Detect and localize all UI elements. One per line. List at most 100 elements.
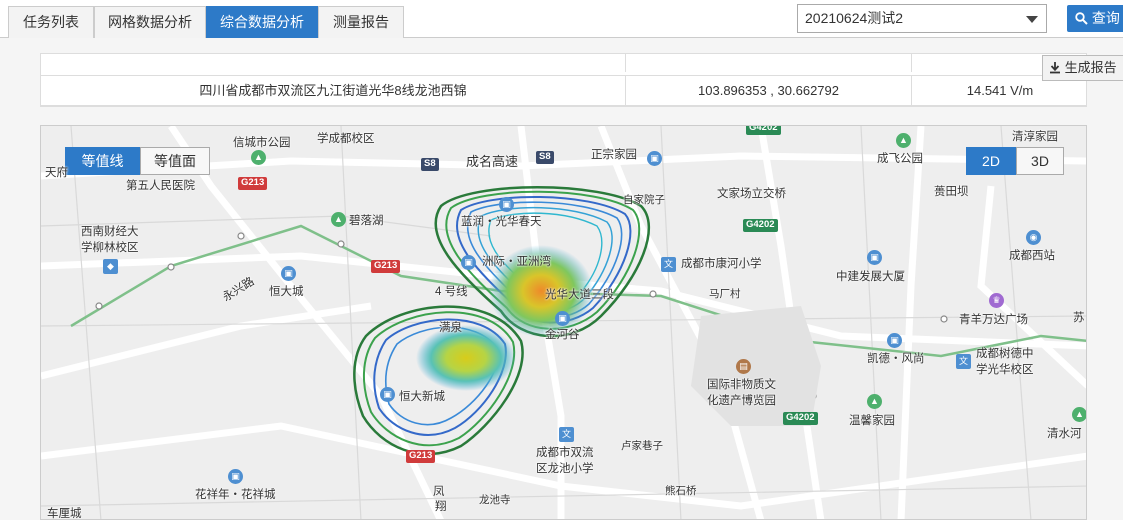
table-row[interactable]: 四川省成都市双流区九江街道光华8线龙池西锦 103.896353 , 30.66… — [41, 76, 1086, 106]
building-icon: ▣ — [281, 266, 296, 281]
map-label: 化遗产博览园 — [707, 395, 776, 407]
chevron-down-icon — [1026, 16, 1038, 23]
building-icon: ▣ — [499, 197, 514, 212]
map-label: 金河谷 — [545, 329, 580, 341]
map-label: 恒大新城 — [399, 391, 445, 403]
top-bar: 任务列表 网格数据分析 综合数据分析 测量报告 20210624测试2 查询 — [0, 0, 1123, 38]
industrial-area — [691, 306, 821, 426]
map-label: 学光华校区 — [976, 364, 1034, 376]
map-label: 蒉田坝 — [934, 186, 969, 198]
map-label: 成都树德中 — [976, 348, 1034, 360]
map-label: 清淳家园 — [1012, 131, 1058, 143]
map-label: 洲际・亚洲湾 — [482, 256, 551, 268]
map-label: 龙池寺 — [479, 494, 511, 506]
park-icon: ▲ — [331, 212, 346, 227]
school-icon: 文 — [956, 354, 971, 369]
station-icon: ◉ — [1026, 230, 1041, 245]
tab-measure-report[interactable]: 测量报告 — [318, 6, 404, 38]
map-label: 凯德・风尚 — [867, 353, 925, 365]
tab-comprehensive-analysis[interactable]: 综合数据分析 — [206, 6, 318, 38]
map-label: 马厂村 — [709, 288, 741, 300]
coords-cell: 103.896353 , 30.662792 — [626, 76, 912, 106]
query-button[interactable]: 查询 — [1067, 5, 1123, 32]
school-icon: ◆ — [103, 259, 118, 274]
map-label: 正宗家园 — [591, 149, 637, 161]
map-label: 翔 — [435, 501, 447, 513]
map-label: 花祥年・花祥城 — [195, 489, 276, 501]
map-label: 第五人民医院 — [126, 180, 195, 192]
map-label: 中建发展大厦 — [836, 271, 905, 283]
map-label: 成都西站 — [1009, 250, 1055, 262]
park-icon: ▲ — [896, 133, 911, 148]
map-label: 卢家巷子 — [621, 440, 663, 452]
map-label: 恒大城 — [269, 286, 304, 298]
map-label: 西南财经大 — [81, 226, 139, 238]
result-table: 四川省成都市双流区九江街道光华8线龙池西锦 103.896353 , 30.66… — [40, 53, 1087, 107]
map-label: 学成都校区 — [317, 133, 375, 145]
map-label: 温馨家园 — [849, 415, 895, 427]
map-label: 成飞公园 — [877, 153, 923, 165]
map-label: 满泉 — [439, 322, 462, 334]
generate-report-button[interactable]: 生成报告 — [1042, 55, 1123, 81]
download-icon — [1050, 62, 1060, 74]
contour-line-toggle[interactable]: 等值线 — [65, 147, 140, 175]
task-select[interactable]: 20210624测试2 — [797, 4, 1047, 33]
road-shield: G213 — [238, 177, 268, 190]
tab-task-list[interactable]: 任务列表 — [8, 6, 94, 38]
building-icon: ▣ — [887, 333, 902, 348]
contour-surface-toggle[interactable]: 等值面 — [140, 147, 210, 175]
generate-report-label: 生成报告 — [1064, 60, 1117, 75]
map-label: 国际非物质文 — [707, 379, 776, 391]
main-content: 四川省成都市双流区九江街道光华8线龙池西锦 103.896353 , 30.66… — [0, 39, 1123, 520]
building-icon: ▣ — [555, 311, 570, 326]
school-icon: 文 — [661, 257, 676, 272]
map-label: 文家场立交桥 — [717, 188, 786, 200]
building-icon: ▣ — [228, 469, 243, 484]
park-icon: ▲ — [867, 394, 882, 409]
mall-icon: ♛ — [989, 293, 1004, 308]
map-label: 苏 — [1073, 312, 1085, 324]
address-cell: 四川省成都市双流区九江街道光华8线龙池西锦 — [41, 76, 626, 106]
road-shield: G4202 — [783, 412, 818, 425]
building-icon: ▣ — [461, 255, 476, 270]
map-label: 4 号线 — [435, 286, 468, 298]
task-select-value: 20210624测试2 — [805, 10, 904, 26]
map-label: 成都市双流 — [536, 447, 594, 459]
park-icon: ▲ — [1072, 407, 1086, 422]
map-label: 青羊万达广场 — [959, 314, 1028, 326]
map-label: 自家院子 — [623, 194, 665, 206]
park-icon: ▲ — [251, 150, 266, 165]
road-shield: S8 — [536, 151, 554, 164]
building-icon: ▣ — [867, 250, 882, 265]
view-2d-toggle[interactable]: 2D — [966, 147, 1016, 175]
building-icon: ▣ — [647, 151, 662, 166]
map-label: 区龙池小学 — [536, 463, 594, 475]
road-shield: G4202 — [743, 219, 778, 232]
search-icon — [1075, 12, 1088, 25]
view-3d-toggle[interactable]: 3D — [1016, 147, 1064, 175]
road-shield: G213 — [371, 260, 401, 273]
table-cell-partial — [41, 54, 626, 72]
road-shield: G4202 — [746, 126, 781, 135]
map-label: 车厘城 — [47, 508, 82, 520]
map-label: 蓝润・光华春天 — [461, 216, 542, 228]
query-button-label: 查询 — [1091, 10, 1120, 26]
map-label: 成名高速 — [466, 154, 519, 169]
building-icon: ▣ — [380, 387, 395, 402]
table-cell-partial — [626, 54, 912, 72]
map-view[interactable]: 等值线 等值面 2D 3D G213 S8 S8 G4202 G213 G420… — [40, 125, 1087, 520]
tab-grid-analysis[interactable]: 网格数据分析 — [94, 6, 206, 38]
map-label: 熊石桥 — [665, 485, 697, 497]
map-label: 天府 — [45, 167, 68, 179]
map-label: 信城市公园 — [233, 137, 291, 149]
museum-icon: ▤ — [736, 359, 751, 374]
table-row-partial — [41, 54, 1086, 76]
map-label: 成都市康河小学 — [681, 258, 762, 270]
school-icon: 文 — [559, 427, 574, 442]
road-shield: G213 — [406, 450, 436, 463]
map-label: 碧落湖 — [349, 215, 384, 227]
road-shield: S8 — [421, 158, 439, 171]
map-label: 光华大道三段 — [545, 289, 614, 301]
map-label: 清水河 — [1047, 428, 1082, 440]
map-label: 凤 — [433, 486, 445, 498]
